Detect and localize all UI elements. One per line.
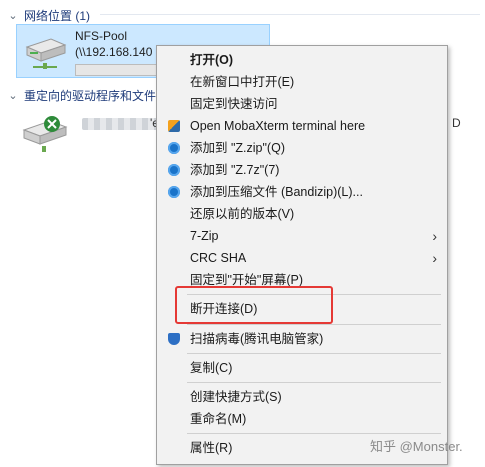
menu-item-mobaxterm[interactable]: Open MobaXterm terminal here: [157, 115, 447, 137]
disconnected-drive-icon[interactable]: [22, 112, 68, 152]
chevron-down-icon: ⌄: [8, 10, 18, 22]
drive-name: NFS-Pool: [75, 29, 128, 43]
menu-item-add-7z[interactable]: 添加到 "Z.7z"(7): [157, 159, 447, 181]
menu-item-open-new-window[interactable]: 在新窗口中打开(E): [157, 71, 447, 93]
menu-separator: [187, 433, 441, 434]
chevron-right-icon: ›: [432, 228, 437, 244]
mobaxterm-icon: [168, 120, 180, 132]
group-title: 网络位置 (1): [24, 9, 91, 23]
bandizip-icon: [168, 142, 180, 154]
menu-item-rename[interactable]: 重命名(M): [157, 408, 447, 430]
shield-icon: [168, 333, 180, 345]
annotation-highlight-box: [175, 286, 333, 324]
menu-separator: [187, 353, 441, 354]
group-header-network[interactable]: ⌄ 网络位置 (1): [8, 7, 90, 24]
group-title: 重定向的驱动程序和文件: [24, 89, 157, 103]
chevron-down-icon: ⌄: [8, 90, 18, 102]
menu-item-copy[interactable]: 复制(C): [157, 357, 447, 379]
menu-item-restore-previous[interactable]: 还原以前的版本(V): [157, 203, 447, 225]
context-menu: 打开(O) 在新窗口中打开(E) 固定到快速访问 Open MobaXterm …: [156, 45, 448, 465]
menu-item-scan-virus[interactable]: 扫描病毒(腾讯电脑管家): [157, 328, 447, 350]
chevron-right-icon: ›: [432, 250, 437, 266]
group-divider: [100, 14, 480, 15]
bandizip-icon: [168, 164, 180, 176]
watermark: 知乎 @Monster.: [370, 439, 463, 454]
menu-item-open[interactable]: 打开(O): [157, 49, 447, 71]
network-drive-icon: [25, 38, 67, 69]
menu-item-crc-sha[interactable]: CRC SHA ›: [157, 247, 447, 269]
menu-item-add-archive[interactable]: 添加到压缩文件 (Bandizip)(L)...: [157, 181, 447, 203]
blurred-drive-name: [82, 118, 158, 130]
menu-item-7zip[interactable]: 7-Zip ›: [157, 225, 447, 247]
menu-item-pin-quick-access[interactable]: 固定到快速访问: [157, 93, 447, 115]
menu-item-create-shortcut[interactable]: 创建快捷方式(S): [157, 386, 447, 408]
bandizip-icon: [168, 186, 180, 198]
drive-letter-fragment: D: [452, 116, 461, 130]
menu-separator: [187, 382, 441, 383]
drive-path: (\\192.168.140: [75, 45, 153, 59]
menu-item-add-zip[interactable]: 添加到 "Z.zip"(Q): [157, 137, 447, 159]
group-header-redirected[interactable]: ⌄ 重定向的驱动程序和文件: [8, 87, 156, 104]
menu-separator: [187, 324, 441, 325]
